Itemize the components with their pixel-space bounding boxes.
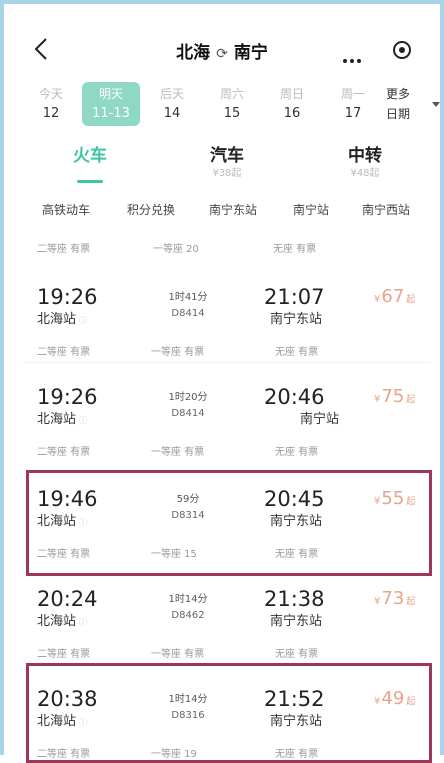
arrival-time: 21:07 xyxy=(264,285,325,309)
departure-station: 北海站 ⓘ xyxy=(37,412,88,427)
route-title: 北海 ⟳ 南宁 xyxy=(4,38,440,63)
date-sunday[interactable]: 周日 16 xyxy=(263,84,321,124)
filter-points[interactable]: 积分兑换 xyxy=(127,200,175,220)
divider xyxy=(22,362,430,363)
price: ¥75 起 xyxy=(374,386,416,407)
date-day-after[interactable]: 后天 14 xyxy=(143,84,201,124)
price: ¥73 起 xyxy=(374,588,416,609)
more-options-icon[interactable] xyxy=(343,48,364,67)
app-frame: 北海 ⟳ 南宁 今天 12 明天 11-13 后天 14 周六 15 周日 16 周… xyxy=(0,0,444,763)
tab-train[interactable]: 火车 xyxy=(70,144,110,168)
price: ¥67 起 xyxy=(374,286,416,307)
departure-station: 北海站 ⓘ xyxy=(37,614,88,629)
duration: 1时14分 xyxy=(168,594,208,605)
arrival-time: 20:46 xyxy=(264,385,325,409)
more-dates-button[interactable]: 更多 日期 xyxy=(386,84,410,124)
departure-time: 19:26 xyxy=(37,285,98,309)
to-city: 南宁 xyxy=(233,43,268,63)
date-today[interactable]: 今天 12 xyxy=(22,84,80,124)
train-row[interactable]: 19:26 北海站 ⓘ 1时20分 D8414 20:46 南宁站 ¥75 起 二等… xyxy=(22,384,434,464)
duration: 1时41分 xyxy=(168,292,208,303)
transport-tabs: 火车 汽车 ¥38起 中转 ¥48起 xyxy=(4,144,440,194)
chevron-down-icon xyxy=(432,102,440,107)
filter-nanning[interactable]: 南宁站 xyxy=(293,200,329,220)
highlight-box xyxy=(26,663,432,763)
filter-high-speed[interactable]: 高铁动车 xyxy=(42,200,90,220)
date-tomorrow-selected[interactable]: 明天 11-13 xyxy=(82,82,140,126)
swap-icon[interactable]: ⟳ xyxy=(216,46,228,62)
highlight-box xyxy=(26,470,432,576)
arrival-station: 南宁站 xyxy=(300,412,340,427)
filter-nanning-west[interactable]: 南宁西站 xyxy=(362,200,410,220)
mini-program-close-icon[interactable] xyxy=(393,41,411,59)
tab-transfer[interactable]: 中转 ¥48起 xyxy=(342,144,388,180)
date-monday[interactable]: 周一 17 xyxy=(324,84,382,124)
tab-bus[interactable]: 汽车 ¥38起 xyxy=(204,144,250,180)
departure-station: 北海站 ⓘ xyxy=(37,312,88,327)
train-number: D8462 xyxy=(171,610,205,621)
arrival-station: 南宁东站 xyxy=(270,312,323,327)
departure-time: 19:26 xyxy=(37,385,98,409)
departure-time: 20:24 xyxy=(37,587,98,611)
arrival-time: 21:38 xyxy=(264,587,325,611)
duration: 1时20分 xyxy=(168,392,208,403)
from-city: 北海 xyxy=(176,43,211,63)
train-row[interactable]: 20:24 北海站 ⓘ 1时14分 D8462 21:38 南宁东站 ¥73 起 二… xyxy=(22,586,434,666)
active-tab-indicator xyxy=(77,180,103,183)
train-number: D8414 xyxy=(171,408,205,419)
arrival-station: 南宁东站 xyxy=(270,614,323,629)
date-strip: 今天 12 明天 11-13 后天 14 周六 15 周日 16 周一 17 更… xyxy=(22,82,440,130)
train-row[interactable]: 19:26 北海站 ⓘ 1时41分 D8414 21:07 南宁东站 ¥67 起 二… xyxy=(22,284,434,364)
header: 北海 ⟳ 南宁 xyxy=(4,4,440,74)
filter-nanning-east[interactable]: 南宁东站 xyxy=(209,200,257,220)
date-saturday[interactable]: 周六 15 xyxy=(203,84,261,124)
filter-bar: 高铁动车 积分兑换 南宁东站 南宁站 南宁西站 xyxy=(4,200,440,224)
train-number: D8414 xyxy=(171,308,205,319)
